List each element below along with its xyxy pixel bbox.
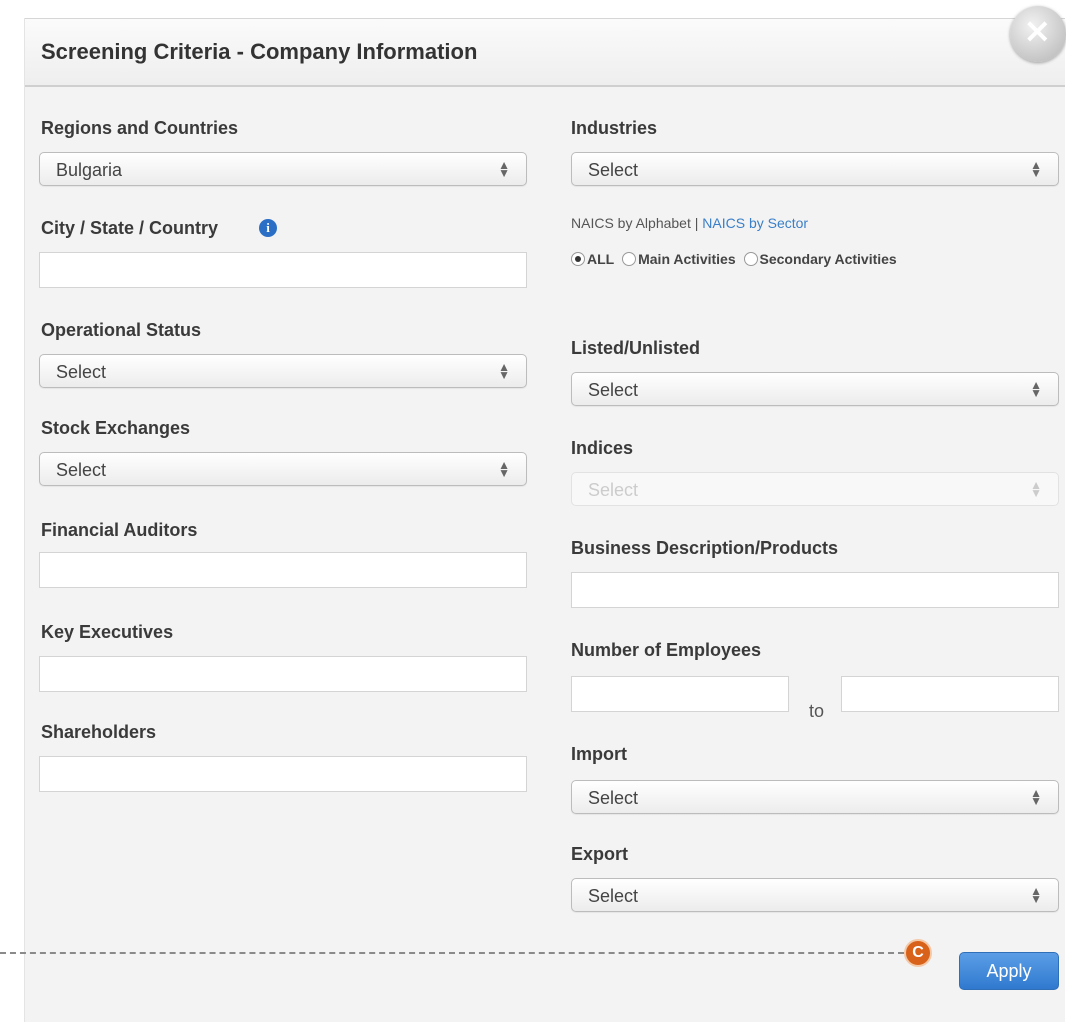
stock-exchanges-value: Select — [56, 460, 107, 480]
apply-button[interactable]: Apply — [959, 952, 1059, 990]
listed-unlisted-label: Listed/Unlisted — [571, 338, 701, 358]
key-executives-input[interactable] — [39, 656, 527, 692]
radio-all[interactable] — [571, 252, 585, 267]
industries-label: Industries — [571, 118, 658, 138]
indices-select-value: Select — [588, 480, 639, 500]
indices-label: Indices — [571, 438, 634, 458]
export-select[interactable]: Select ▲ ▼ — [571, 878, 1059, 912]
number-of-employees-label: Number of Employees — [571, 640, 762, 660]
business-description-label: Business Description/Products — [571, 538, 839, 558]
operational-status-select[interactable]: Select ▲ ▼ — [39, 354, 527, 388]
industries-select-value: Select — [588, 160, 639, 180]
naics-by-sector-link[interactable]: NAICS by Sector — [702, 215, 808, 231]
naics-by-alphabet-link[interactable]: NAICS by Alphabet — [571, 215, 691, 231]
dialog-title: Screening Criteria - Company Information — [41, 39, 478, 64]
activity-radio-group: ALL Main Activities Secondary Activities — [571, 250, 901, 267]
radio-main-activities[interactable] — [622, 252, 637, 267]
regions-select-value: Bulgaria — [56, 160, 123, 180]
info-icon[interactable]: i — [259, 219, 277, 237]
import-select-value: Select — [588, 788, 639, 808]
import-label: Import — [571, 744, 627, 764]
regions-label: Regions and Countries — [41, 118, 239, 138]
callout-marker: C — [904, 939, 932, 967]
up-down-arrows-icon: ▲ ▼ — [498, 158, 510, 180]
listed-unlisted-select[interactable]: Select ▲ ▼ — [571, 372, 1059, 406]
callout-dashed-line — [0, 952, 904, 954]
screening-criteria-dialog: Screening Criteria - Company Information… — [24, 18, 1065, 1022]
export-select-value: Select — [588, 886, 639, 906]
key-executives-label: Key Executives — [41, 622, 174, 642]
radio-secondary-activities[interactable] — [743, 252, 758, 267]
indices-select: Select ▲ ▼ — [571, 472, 1059, 506]
city-input[interactable] — [39, 252, 527, 288]
up-down-arrows-icon: ▲ ▼ — [1030, 884, 1042, 906]
up-down-arrows-icon: ▲ ▼ — [1030, 478, 1042, 500]
industries-select[interactable]: Select ▲ ▼ — [571, 152, 1059, 186]
radio-all-label: ALL — [587, 251, 615, 268]
import-select[interactable]: Select ▲ ▼ — [571, 780, 1059, 814]
stock-exchanges-label: Stock Exchanges — [41, 418, 191, 438]
operational-status-value: Select — [56, 362, 107, 382]
up-down-arrows-icon: ▲ ▼ — [1030, 786, 1042, 808]
up-down-arrows-icon: ▲ ▼ — [498, 458, 510, 480]
stock-exchanges-select[interactable]: Select ▲ ▼ — [39, 452, 527, 486]
listed-unlisted-value: Select — [588, 380, 639, 400]
dialog-header: Screening Criteria - Company Information — [25, 18, 1065, 87]
up-down-arrows-icon: ▲ ▼ — [1030, 158, 1042, 180]
radio-main-activities-label: Main Activities — [638, 251, 736, 268]
financial-auditors-label: Financial Auditors — [41, 520, 198, 540]
regions-select[interactable]: Bulgaria ▲ ▼ — [39, 152, 527, 186]
naics-separator: | — [690, 215, 703, 231]
business-description-input[interactable] — [571, 572, 1059, 608]
up-down-arrows-icon: ▲ ▼ — [1030, 378, 1042, 400]
radio-secondary-activities-label: Secondary Activities — [759, 251, 897, 268]
operational-status-label: Operational Status — [41, 320, 202, 340]
employees-to-label: to — [809, 701, 825, 721]
shareholders-input[interactable] — [39, 756, 527, 792]
up-down-arrows-icon: ▲ ▼ — [498, 360, 510, 382]
shareholders-label: Shareholders — [41, 722, 157, 742]
export-label: Export — [571, 844, 629, 864]
close-icon: × — [1023, 11, 1052, 51]
employees-max-input[interactable] — [841, 676, 1059, 712]
naics-links: NAICS by Alphabet | NAICS by Sector — [571, 215, 808, 231]
financial-auditors-input[interactable] — [39, 552, 527, 588]
city-label: City / State / Country — [41, 218, 219, 238]
employees-min-input[interactable] — [571, 676, 789, 712]
close-button[interactable]: × — [1010, 6, 1066, 62]
